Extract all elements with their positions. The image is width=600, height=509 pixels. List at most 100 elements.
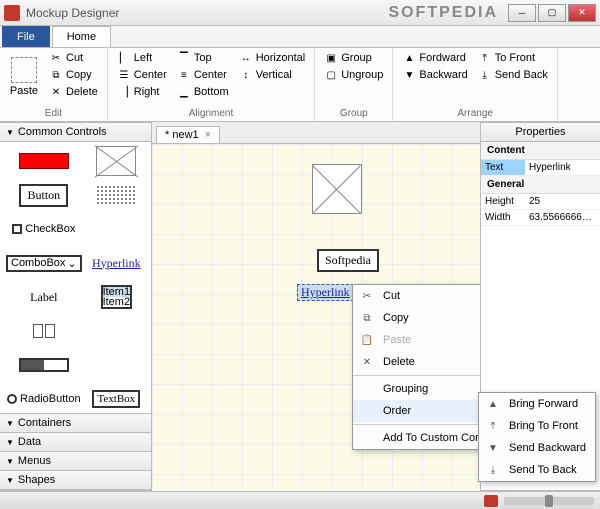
send-back-icon: ⤓ (478, 68, 492, 82)
sub-bring-to-front[interactable]: ⤒Bring To Front (479, 415, 595, 437)
palette-combobox[interactable]: ComboBox⌄ (6, 250, 82, 276)
send-backward-button[interactable]: ▼Backward (399, 67, 470, 83)
maximize-button[interactable]: ▢ (538, 4, 566, 22)
palette-progress[interactable] (6, 352, 82, 378)
delete-button[interactable]: ✕Delete (46, 84, 101, 100)
send-back-icon: ⤓ (485, 462, 501, 478)
palette-checkbox[interactable]: CheckBox (6, 216, 82, 242)
titlebar: Mockup Designer SOFTPEDIA ─ ▢ ✕ (0, 0, 600, 26)
palette-color[interactable] (6, 148, 82, 174)
zoom-thumb[interactable] (545, 495, 553, 507)
group-icon: ▣ (324, 51, 338, 65)
canvas-image-placeholder[interactable] (312, 164, 362, 214)
distribute-h-button[interactable]: ↔Horizontal (236, 50, 309, 66)
palette-grid[interactable] (88, 182, 145, 208)
accordion-data[interactable]: ▼Data (0, 433, 151, 452)
status-icon[interactable] (484, 495, 498, 507)
accordion-containers[interactable]: ▼Containers (0, 414, 151, 433)
minimize-button[interactable]: ─ (508, 4, 536, 22)
canvas-textbox[interactable]: Softpedia (317, 249, 379, 272)
group-label-alignment: Alignment (114, 108, 308, 119)
palette-textbox[interactable]: TextBox (88, 386, 145, 412)
chevron-down-icon: ▼ (6, 128, 14, 137)
prop-text[interactable]: TextHyperlink (481, 160, 600, 176)
ctx-add-custom[interactable]: Add To Custom Controls (353, 427, 480, 449)
cut-button[interactable]: ✂Cut (46, 50, 101, 66)
delete-icon: ✕ (359, 354, 375, 370)
send-back-button[interactable]: ⤓Send Back (475, 67, 551, 83)
ctx-grouping[interactable]: Grouping▶ (353, 378, 480, 400)
sub-send-to-back[interactable]: ⤓Send To Back (479, 459, 595, 481)
bring-forward-button[interactable]: ▲Fordward (399, 50, 470, 66)
paste-icon (11, 57, 37, 83)
group-button[interactable]: ▣Group (321, 50, 386, 66)
statusbar (0, 491, 600, 509)
to-front-button[interactable]: ⤒To Front (475, 50, 551, 66)
palette-hyperlink[interactable]: Hyperlink (88, 250, 145, 276)
align-right-button[interactable]: ▕Right (114, 84, 170, 100)
prop-height[interactable]: Height25 (481, 194, 600, 210)
chevron-down-icon: ▼ (6, 419, 14, 428)
copy-icon: ⧉ (49, 68, 63, 82)
palette-button[interactable]: Button (6, 182, 82, 208)
distribute-v-icon: ↕ (239, 68, 253, 82)
palette-image[interactable] (88, 148, 145, 174)
prop-section-general: General (481, 176, 600, 194)
forward-icon: ▲ (485, 396, 501, 412)
canvas-hyperlink-selected[interactable]: Hyperlink (297, 284, 354, 301)
tab-file[interactable]: File (2, 26, 50, 47)
paste-label: Paste (10, 85, 38, 97)
accordion-shapes[interactable]: ▼Shapes (0, 471, 151, 490)
controls-header[interactable]: ▼Common Controls (0, 123, 151, 142)
document-tab[interactable]: * new1 × (156, 126, 220, 143)
accordion-menus[interactable]: ▼Menus (0, 452, 151, 471)
palette-radiobutton[interactable]: RadioButton (6, 386, 82, 412)
prop-width[interactable]: Width63.5566666666666 (481, 210, 600, 226)
app-icon (4, 5, 20, 21)
paste-button[interactable]: Paste (6, 50, 42, 104)
align-center-h-button[interactable]: ☰Center (114, 67, 170, 83)
chevron-down-icon: ▼ (6, 476, 14, 485)
align-top-button[interactable]: ▔Top (174, 50, 232, 66)
distribute-v-button[interactable]: ↕Vertical (236, 67, 309, 83)
group-label-group: Group (321, 108, 386, 119)
align-center-v-icon: ≡ (177, 68, 191, 82)
sub-send-backward[interactable]: ▼Send Backward (479, 437, 595, 459)
tab-close-icon[interactable]: × (205, 129, 211, 141)
ctx-delete[interactable]: ✕DeleteDel (353, 351, 480, 373)
context-menu: ✂CutCtrl+X ⧉CopyCtrl+C 📋PasteCtrl+V ✕Del… (352, 284, 480, 450)
ctx-copy[interactable]: ⧉CopyCtrl+C (353, 307, 480, 329)
ctx-order[interactable]: Order▶ (353, 400, 480, 422)
design-canvas[interactable]: Softpedia Hyperlink ✂CutCtrl+X ⧉CopyCtrl… (152, 144, 480, 491)
palette-listbox[interactable]: Item1Item2 (88, 284, 145, 310)
align-bottom-button[interactable]: ▁Bottom (174, 84, 232, 100)
window-title: Mockup Designer (26, 6, 119, 20)
chevron-down-icon: ▼ (6, 438, 14, 447)
ctx-paste: 📋PasteCtrl+V (353, 329, 480, 351)
paste-icon: 📋 (359, 332, 375, 348)
to-front-icon: ⤒ (485, 418, 501, 434)
chevron-down-icon: ▼ (6, 457, 14, 466)
delete-icon: ✕ (49, 85, 63, 99)
align-top-icon: ▔ (177, 51, 191, 65)
forward-icon: ▲ (402, 51, 416, 65)
tab-home[interactable]: Home (52, 26, 111, 47)
chevron-down-icon: ⌄ (67, 257, 76, 270)
document-name: * new1 (165, 129, 199, 141)
copy-button[interactable]: ⧉Copy (46, 67, 101, 83)
zoom-slider[interactable] (504, 497, 594, 505)
palette-numeric[interactable] (6, 318, 82, 344)
ungroup-button[interactable]: ▢Ungroup (321, 67, 386, 83)
controls-panel: ▼Common Controls Button CheckBox ComboBo… (0, 122, 152, 491)
copy-icon: ⧉ (359, 310, 375, 326)
close-button[interactable]: ✕ (568, 4, 596, 22)
palette-label[interactable]: Label (6, 284, 82, 310)
align-left-button[interactable]: ▏Left (114, 50, 170, 66)
group-label-arrange: Arrange (399, 108, 551, 119)
order-submenu: ▲Bring Forward ⤒Bring To Front ▼Send Bac… (478, 392, 596, 482)
align-center-v-button[interactable]: ≡Center (174, 67, 232, 83)
ctx-cut[interactable]: ✂CutCtrl+X (353, 285, 480, 307)
sub-bring-forward[interactable]: ▲Bring Forward (479, 393, 595, 415)
group-label-edit: Edit (6, 108, 101, 119)
align-center-h-icon: ☰ (117, 68, 131, 82)
